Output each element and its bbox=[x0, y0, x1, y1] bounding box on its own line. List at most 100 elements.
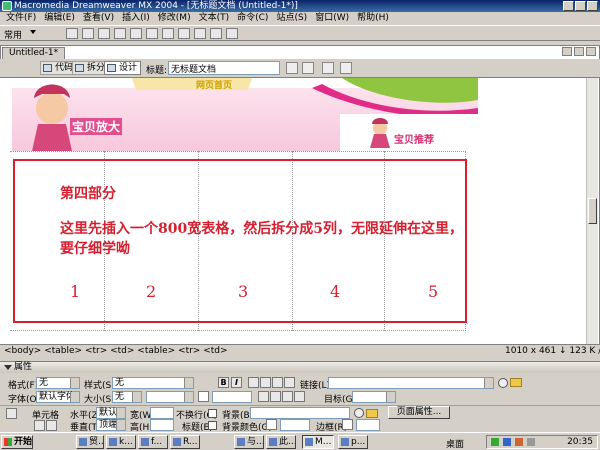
close-button[interactable] bbox=[587, 1, 598, 11]
nowrap-checkbox[interactable] bbox=[208, 409, 217, 418]
desktop-toolbar-label[interactable]: 桌面 bbox=[446, 437, 464, 450]
font-select[interactable]: 默认字体 bbox=[36, 391, 80, 403]
title-input[interactable] bbox=[168, 61, 280, 75]
menu-modify[interactable]: 修改(M) bbox=[154, 12, 195, 25]
hyperlink-icon[interactable] bbox=[66, 28, 78, 39]
template-icon[interactable] bbox=[210, 28, 222, 39]
point-to-file-icon[interactable] bbox=[354, 408, 364, 418]
width-input[interactable] bbox=[150, 407, 174, 419]
size-unit-select[interactable] bbox=[146, 391, 194, 403]
tag-selector[interactable]: <body> <table> <tr> <td> <table> <tr> <t… bbox=[4, 345, 228, 358]
merge-cells-icon[interactable] bbox=[34, 420, 45, 431]
collapse-triangle-icon bbox=[4, 365, 12, 370]
format-label: 格式(F) bbox=[8, 381, 39, 391]
menu-commands[interactable]: 命令(C) bbox=[233, 12, 272, 25]
menu-site[interactable]: 站点(S) bbox=[272, 12, 311, 25]
menu-view[interactable]: 查看(V) bbox=[79, 12, 118, 25]
insert-category-dropdown[interactable]: 常用 bbox=[4, 28, 22, 41]
media-icon[interactable] bbox=[162, 28, 174, 39]
bgcolor-input[interactable] bbox=[280, 419, 310, 431]
text-color-swatch[interactable] bbox=[198, 391, 209, 402]
email-link-icon[interactable] bbox=[82, 28, 94, 39]
size-select[interactable]: 无 bbox=[112, 391, 142, 403]
align-center-icon[interactable] bbox=[260, 377, 271, 388]
border-color-swatch[interactable] bbox=[342, 419, 353, 430]
taskbar-item[interactable]: 与... bbox=[234, 435, 264, 449]
split-view-icon bbox=[75, 64, 84, 72]
menu-insert[interactable]: 插入(I) bbox=[118, 12, 154, 25]
align-left-icon[interactable] bbox=[248, 377, 259, 388]
file-management-icon[interactable] bbox=[286, 62, 298, 74]
page-properties-button[interactable]: 页面属性... bbox=[388, 406, 450, 419]
target-select[interactable] bbox=[352, 391, 396, 403]
scrollbar-thumb[interactable] bbox=[588, 198, 597, 224]
align-right-icon[interactable] bbox=[272, 377, 283, 388]
tray-icon[interactable] bbox=[503, 438, 511, 446]
bg-image-input[interactable] bbox=[250, 407, 350, 419]
bgcolor-swatch[interactable] bbox=[266, 419, 277, 430]
taskbar-item[interactable]: p... bbox=[338, 435, 368, 449]
header-checkbox[interactable] bbox=[208, 421, 217, 430]
vert-select[interactable]: 顶端 bbox=[96, 419, 126, 431]
browse-folder-icon[interactable] bbox=[366, 409, 378, 418]
menu-help[interactable]: 帮助(H) bbox=[353, 12, 393, 25]
taskbar-item[interactable]: f... bbox=[138, 435, 168, 449]
browse-folder-icon[interactable] bbox=[510, 378, 522, 387]
taskbar-item[interactable]: R... bbox=[170, 435, 200, 449]
refresh-icon[interactable] bbox=[322, 62, 334, 74]
bold-button[interactable]: B bbox=[218, 377, 229, 388]
tray-icon[interactable] bbox=[491, 438, 499, 446]
taskbar: 开始 贸... k... f... R... 与... 此... M... p.… bbox=[0, 432, 600, 450]
window-size-info[interactable]: 1010 x 461 ↓ 123 K / 8 秒 bbox=[505, 345, 600, 358]
layer-icon[interactable] bbox=[130, 28, 142, 39]
chevron-down-icon bbox=[70, 392, 79, 402]
style-label: 样式(S) bbox=[84, 381, 115, 391]
named-anchor-icon[interactable] bbox=[98, 28, 110, 39]
style-select[interactable]: 无 bbox=[112, 377, 194, 389]
taskbar-item-active[interactable]: M... bbox=[302, 435, 334, 449]
window-title-bar: Macromedia Dreamweaver MX 2004 - [无标题文档 … bbox=[0, 0, 600, 12]
ordered-list-icon[interactable] bbox=[270, 391, 281, 402]
start-button[interactable]: 开始 bbox=[1, 435, 33, 449]
comment-icon[interactable] bbox=[194, 28, 206, 39]
volume-icon[interactable] bbox=[527, 438, 535, 446]
document-tab[interactable]: Untitled-1* bbox=[2, 47, 66, 59]
horz-select[interactable]: 默认 bbox=[96, 407, 126, 419]
minimize-button[interactable] bbox=[563, 1, 574, 11]
format-select[interactable]: 无 bbox=[36, 377, 80, 389]
text-color-input[interactable] bbox=[212, 391, 252, 403]
menu-text[interactable]: 文本(T) bbox=[195, 12, 234, 25]
doc-minimize-button[interactable] bbox=[562, 47, 572, 56]
preview-browser-icon[interactable] bbox=[302, 62, 314, 74]
menu-file[interactable]: 文件(F) bbox=[2, 12, 40, 25]
point-to-file-icon[interactable] bbox=[498, 378, 508, 388]
doc-close-button[interactable] bbox=[586, 47, 596, 56]
split-cell-icon[interactable] bbox=[46, 420, 57, 431]
unordered-list-icon[interactable] bbox=[258, 391, 269, 402]
italic-button[interactable]: I bbox=[231, 377, 242, 388]
insert-bar: 常用 bbox=[0, 25, 600, 41]
maximize-button[interactable] bbox=[575, 1, 586, 11]
date-icon[interactable] bbox=[178, 28, 190, 39]
taskbar-item[interactable]: 贸... bbox=[76, 435, 104, 449]
taskbar-item[interactable]: k... bbox=[106, 435, 136, 449]
link-input[interactable] bbox=[328, 377, 494, 389]
indent-icon[interactable] bbox=[294, 391, 305, 402]
app-icon bbox=[173, 438, 181, 446]
height-input[interactable] bbox=[150, 419, 174, 431]
border-color-input[interactable] bbox=[356, 419, 380, 431]
doc-restore-button[interactable] bbox=[574, 47, 584, 56]
menu-window[interactable]: 窗口(W) bbox=[311, 12, 353, 25]
properties-panel-header[interactable]: 属性 bbox=[0, 361, 600, 373]
align-justify-icon[interactable] bbox=[284, 377, 295, 388]
view-options-icon[interactable] bbox=[340, 62, 352, 74]
design-view-button[interactable]: 设计 bbox=[104, 61, 142, 75]
image-icon[interactable] bbox=[146, 28, 158, 39]
tray-icon[interactable] bbox=[515, 438, 523, 446]
menu-edit[interactable]: 编辑(E) bbox=[40, 12, 79, 25]
tag-chooser-icon[interactable] bbox=[226, 28, 238, 39]
table-icon[interactable] bbox=[114, 28, 126, 39]
outdent-icon[interactable] bbox=[282, 391, 293, 402]
vertical-scrollbar[interactable] bbox=[586, 78, 598, 344]
taskbar-item[interactable]: 此... bbox=[266, 435, 296, 449]
